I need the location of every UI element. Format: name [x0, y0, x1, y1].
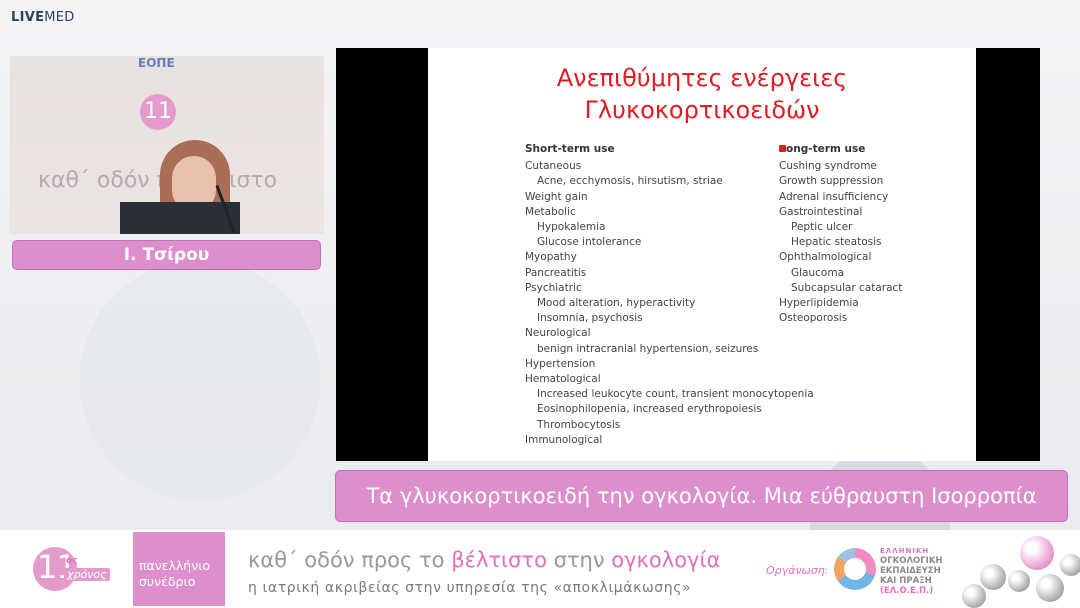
short-term-item: Hypertension: [525, 357, 596, 370]
pointer-icon: [779, 145, 786, 152]
short-term-item: Mood alteration, hyperactivity: [537, 297, 696, 310]
long-term-item: Growth suppression: [779, 175, 884, 188]
speaker-name: Ι. Τσίρου: [12, 240, 321, 270]
slide-title: Ανεπιθύμητες ενέργειες Γλυκοκορτικοειδών: [556, 64, 848, 124]
short-term-item: Acne, ecchymosis, hirsutism, striae: [537, 175, 723, 188]
short-term-item: Metabolic: [525, 205, 576, 218]
livemed-logo: LIVEMED: [11, 10, 75, 25]
wall-logo: ΕΟΠΕ: [138, 56, 175, 70]
long-term-item: Cushing syndrome: [779, 160, 877, 173]
logo-os: ος: [66, 556, 78, 566]
decorative-spheres: [960, 534, 1080, 608]
short-term-item: Immunological: [525, 433, 603, 446]
talk-title: Τα γλυκοκορτικοειδή την ογκολογία. Μια ε…: [335, 470, 1068, 522]
short-term-item: Weight gain: [525, 190, 588, 203]
short-term-item: Insomnia, psychosis: [537, 312, 643, 325]
panhellenic-box: πανελλήνιο συνέδριο: [133, 532, 225, 606]
organizer-name: ΕΛΛΗΝΙΚΗ ΟΓΚΟΛΟΓΙΚΗ ΕΚΠΑΙΔΕΥΣΗ ΚΑΙ ΠΡΑΞΗ…: [880, 547, 943, 596]
long-term-item: Peptic ulcer: [791, 221, 853, 234]
short-term-item: Neurological: [525, 327, 591, 340]
conference-motto: καθ΄ οδόν προς το βέλτιστο στην ογκολογί…: [248, 548, 721, 572]
speaker-video: ΕΟΠΕ 11 καθ΄ οδόν π βέλτιστο: [10, 56, 324, 234]
short-term-item: Myopathy: [525, 251, 577, 264]
short-term-item: Pancreatitis: [525, 266, 587, 279]
short-term-item: Hypokalemia: [537, 221, 606, 234]
logo-xronos: χρόνος: [64, 568, 110, 581]
long-term-item: Osteoporosis: [779, 312, 848, 325]
short-term-item: Cutaneous: [525, 160, 582, 173]
long-term-column: ong-term use Cushing syndrome Growth supp…: [779, 142, 902, 326]
short-term-item: benign intracranial hypertension, seizur…: [537, 342, 759, 355]
short-term-item: Hematological: [525, 373, 601, 386]
wall-text: καθ΄ οδόν π βέλτιστο: [38, 168, 278, 193]
long-term-header: ong-term use: [779, 142, 902, 157]
long-term-item: Hepatic steatosis: [791, 236, 882, 249]
short-term-column: Short-term use Cutaneous Acne, ecchymosis…: [525, 142, 814, 448]
eloep-logo-icon: [834, 548, 876, 590]
short-term-header: Short-term use: [525, 143, 615, 155]
conference-submotto: η ιατρική ακριβείας στην υπηρεσία της «α…: [248, 580, 692, 596]
long-term-item: Glaucoma: [791, 266, 845, 279]
short-term-item: Increased leukocyte count, transient mon…: [537, 388, 814, 401]
long-term-item: Hyperlipidemia: [779, 297, 859, 310]
long-term-item: Ophthalmological: [779, 251, 872, 264]
short-term-item: Psychiatric: [525, 281, 582, 294]
podium: [120, 202, 240, 234]
presentation-slide: Ανεπιθύμητες ενέργειες Γλυκοκορτικοειδών…: [428, 48, 976, 461]
long-term-item: Adrenal insufficiency: [779, 190, 889, 203]
wall-number: 11: [140, 94, 176, 130]
short-term-item: Thrombocytosis: [537, 418, 621, 431]
short-term-item: Eosinophilopenia, increased erythropoies…: [537, 403, 762, 416]
long-term-item: Subcapsular cataract: [791, 281, 903, 294]
short-term-item: Glucose intolerance: [537, 236, 642, 249]
organizer-label: Οργάνωση:: [766, 564, 829, 577]
long-term-item: Gastrointestinal: [779, 205, 863, 218]
